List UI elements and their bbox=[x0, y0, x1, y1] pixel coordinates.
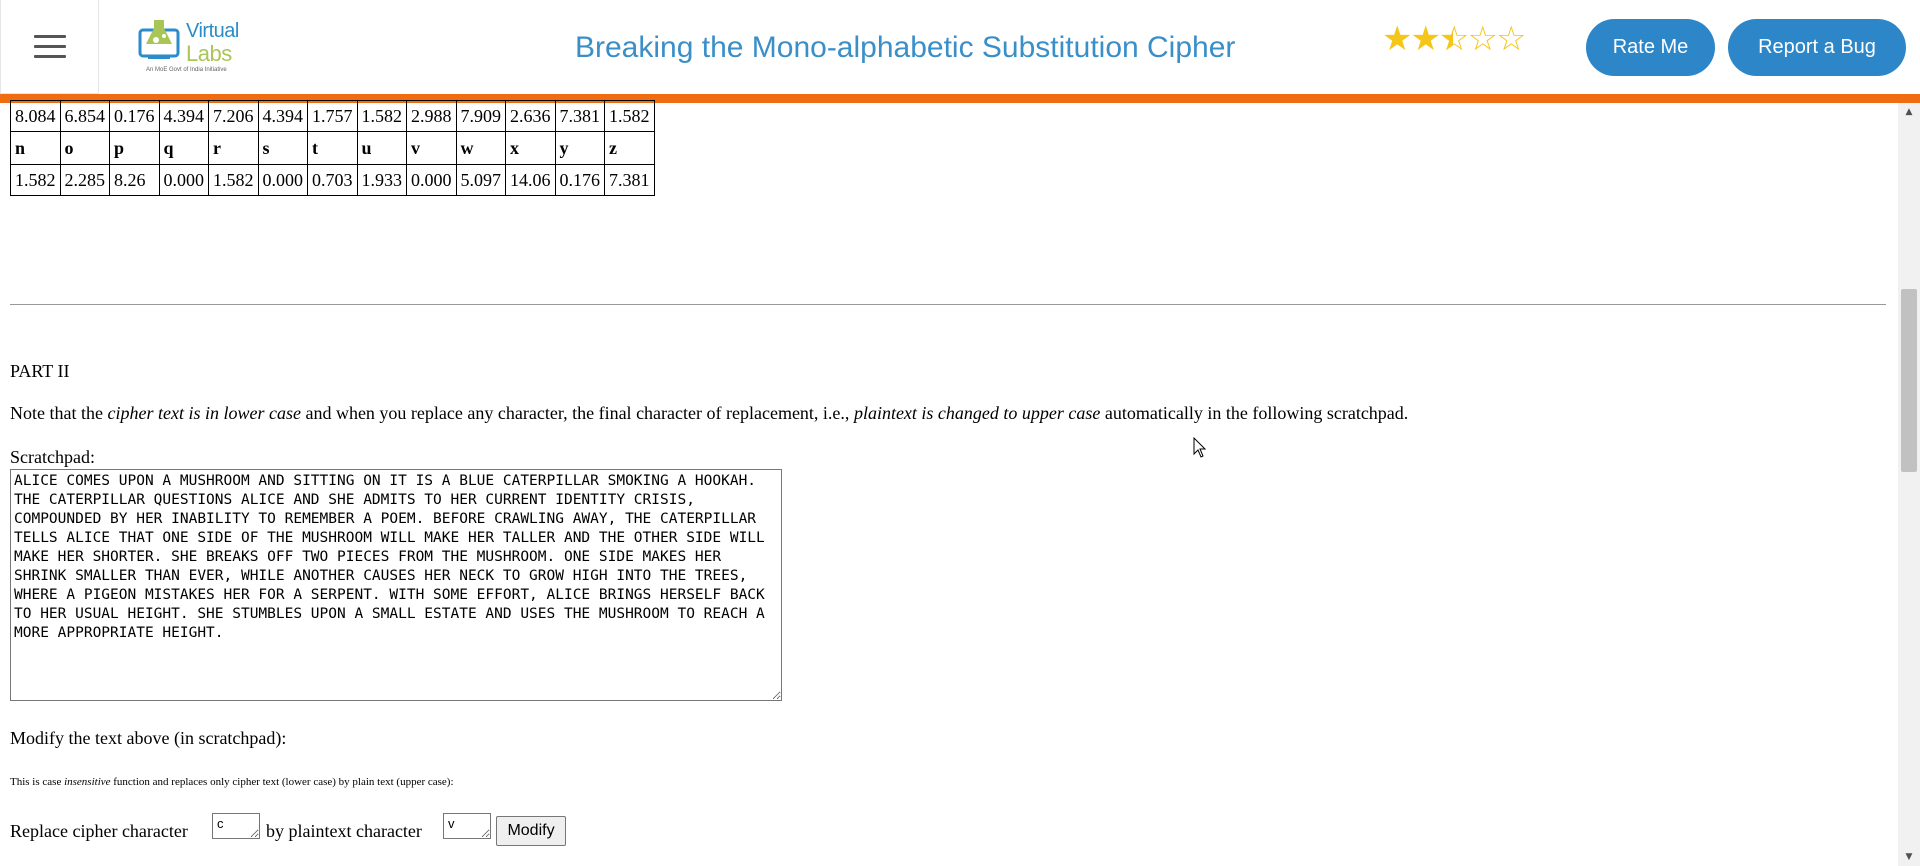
star-empty-icon[interactable]: ☆ bbox=[1467, 19, 1498, 59]
hamburger-menu-icon bbox=[33, 28, 66, 65]
table-cell: 1.582 bbox=[10, 164, 61, 196]
table-cell: w bbox=[455, 131, 506, 165]
small-note-text: function and replaces only cipher text (… bbox=[110, 776, 454, 788]
table-cell: 4.394 bbox=[158, 100, 209, 132]
frequency-table: 8.084 6.854 0.176 4.394 7.206 4.394 1.757 1.582… bbox=[10, 100, 655, 196]
frequency-values-row: 8.084 6.854 0.176 4.394 7.206 4.394 1.757 1.582… bbox=[10, 100, 655, 132]
table-cell: 1.582 bbox=[604, 100, 655, 132]
note-text: and when you replace any character, the … bbox=[300, 403, 854, 423]
letters-row: nopqrstuvwxyz bbox=[10, 131, 655, 165]
table-cell: r bbox=[208, 131, 259, 165]
table-cell: 7.381 bbox=[604, 164, 655, 196]
table-cell: v bbox=[406, 131, 457, 165]
part-heading: PART II bbox=[10, 361, 70, 381]
mouse-cursor-icon bbox=[1193, 437, 1207, 458]
table-cell: u bbox=[356, 131, 407, 165]
scratchpad-label: Scratchpad: bbox=[10, 447, 95, 467]
table-cell: 1.933 bbox=[356, 164, 407, 196]
table-cell: 1.582 bbox=[356, 100, 407, 132]
table-cell: 1.757 bbox=[307, 100, 358, 132]
table-cell: 0.176 bbox=[109, 100, 160, 132]
table-cell: 2.988 bbox=[406, 100, 457, 132]
modify-button[interactable]: Modify bbox=[496, 816, 566, 846]
table-cell: p bbox=[109, 131, 160, 165]
table-cell: 7.206 bbox=[208, 100, 259, 132]
scroll-up-arrow-icon[interactable]: ▲ bbox=[1898, 103, 1920, 121]
case-insensitive-note: This is case insensitive function and re… bbox=[10, 776, 454, 788]
small-note-text: This is case bbox=[10, 776, 65, 788]
star-rating[interactable]: ★★☆★☆☆ bbox=[1382, 19, 1527, 59]
table-cell: y bbox=[554, 131, 605, 165]
replace-cipher-label: Replace cipher character bbox=[10, 821, 188, 841]
table-cell: 5.097 bbox=[455, 164, 506, 196]
scrollbar-thumb[interactable] bbox=[1901, 289, 1917, 472]
replace-plaintext-label: by plaintext character bbox=[266, 821, 422, 841]
table-cell: 4.394 bbox=[257, 100, 308, 132]
star-filled-icon[interactable]: ★ bbox=[1410, 19, 1441, 59]
table-cell: 7.909 bbox=[455, 100, 506, 132]
cipher-char-input[interactable]: c bbox=[212, 813, 260, 839]
note-text: Note that the bbox=[10, 403, 108, 423]
table-cell: 7.381 bbox=[554, 100, 605, 132]
modify-label: Modify the text above (in scratchpad): bbox=[10, 728, 287, 748]
table-cell: t bbox=[307, 131, 358, 165]
table-cell: 14.06 bbox=[505, 164, 556, 196]
table-cell: 0.000 bbox=[406, 164, 457, 196]
scratchpad-textarea[interactable]: ALICE COMES UPON A MUSHROOM AND SITTING … bbox=[10, 469, 782, 701]
note-emphasis: cipher text is in lower case bbox=[107, 403, 301, 423]
top-header: Virtual Labs An MoE Govt of India Initia… bbox=[0, 0, 1920, 103]
table-cell: q bbox=[158, 131, 209, 165]
table-cell: 0.000 bbox=[158, 164, 209, 196]
table-cell: n bbox=[10, 131, 61, 165]
logo-labs-text: Labs bbox=[186, 41, 232, 66]
logo-tagline: An MoE Govt of India Initiative bbox=[146, 67, 227, 73]
table-cell: o bbox=[59, 131, 110, 165]
table-cell: 8.084 bbox=[10, 100, 61, 132]
star-half-icon[interactable]: ☆★ bbox=[1439, 22, 1470, 56]
table-cell: x bbox=[505, 131, 556, 165]
table-cell: 1.582 bbox=[208, 164, 259, 196]
table-cell: z bbox=[604, 131, 655, 165]
table-cell: 2.285 bbox=[59, 164, 110, 196]
logo-flask-icon bbox=[138, 20, 180, 59]
instruction-note: Note that the cipher text is in lower ca… bbox=[10, 403, 1408, 424]
table-cell: 0.176 bbox=[554, 164, 605, 196]
virtual-labs-logo[interactable]: Virtual Labs An MoE Govt of India Initia… bbox=[138, 16, 250, 78]
section-divider bbox=[10, 304, 1886, 305]
table-cell: s bbox=[257, 131, 308, 165]
star-filled-icon[interactable]: ★ bbox=[1382, 19, 1413, 59]
menu-button[interactable] bbox=[0, 0, 99, 94]
table-cell: 0.000 bbox=[257, 164, 308, 196]
report-bug-button[interactable]: Report a Bug bbox=[1728, 19, 1906, 76]
small-note-emphasis: insensitive bbox=[64, 776, 111, 788]
page-title: Breaking the Mono-alphabetic Substitutio… bbox=[575, 31, 1236, 64]
table-cell: 2.636 bbox=[505, 100, 556, 132]
scroll-down-arrow-icon[interactable]: ▼ bbox=[1898, 848, 1920, 866]
table-cell: 8.26 bbox=[109, 164, 160, 196]
note-emphasis: plaintext is changed to upper case bbox=[853, 403, 1101, 423]
table-cell: 6.854 bbox=[59, 100, 110, 132]
note-text: automatically in the following scratchpa… bbox=[1100, 403, 1409, 423]
star-empty-icon[interactable]: ☆ bbox=[1496, 19, 1527, 59]
plain-char-input[interactable]: v bbox=[443, 813, 491, 839]
frequency-values-row: 1.582 2.285 8.26 0.000 1.582 0.000 0.703 1.933 0… bbox=[10, 164, 655, 196]
rate-me-button[interactable]: Rate Me bbox=[1586, 19, 1715, 76]
logo-virtual-text: Virtual bbox=[186, 20, 239, 42]
table-cell: 0.703 bbox=[307, 164, 358, 196]
page-scrollbar[interactable]: ▲ ▼ bbox=[1898, 103, 1920, 866]
